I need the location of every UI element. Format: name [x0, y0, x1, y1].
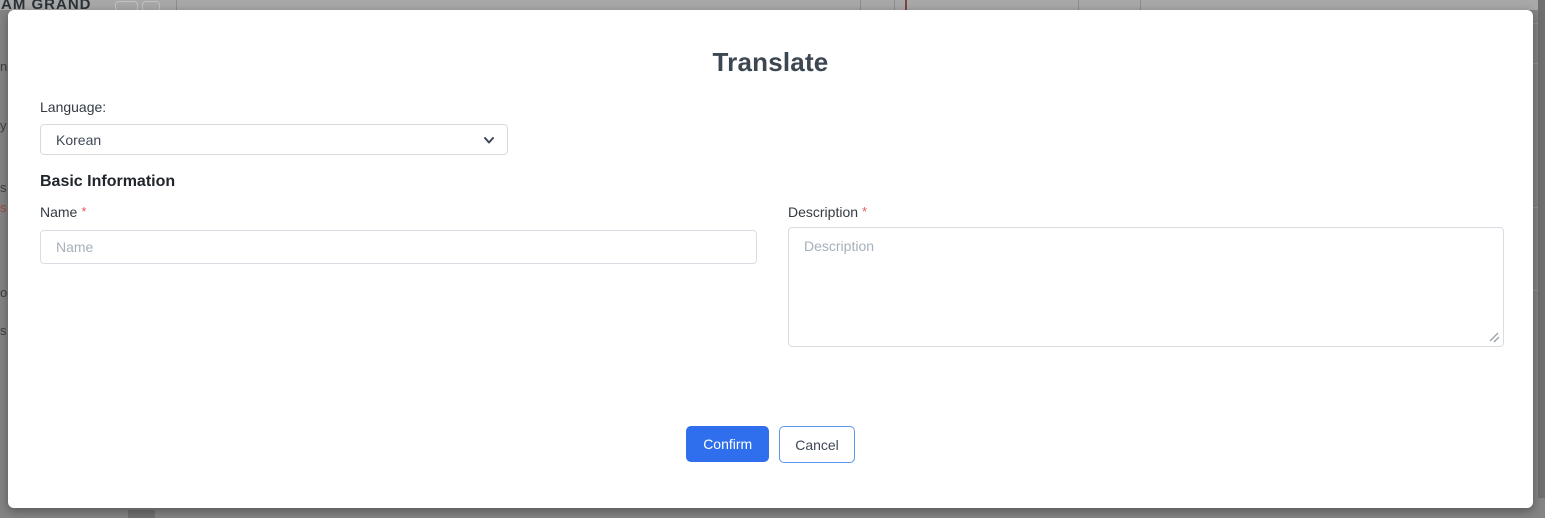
background-text-fragment: y [0, 119, 7, 133]
background-badge [115, 1, 138, 10]
required-asterisk: * [81, 204, 86, 219]
background-text-fragment: s [0, 201, 7, 215]
description-textarea[interactable] [788, 227, 1504, 347]
background-divider [905, 0, 907, 10]
language-select-wrapper: Korean [40, 124, 508, 155]
background-bottom-element [128, 510, 155, 518]
description-label: Description * [788, 204, 867, 220]
background-divider [1078, 0, 1079, 10]
dialog-actions: Confirm Cancel [8, 426, 1533, 463]
background-divider [176, 0, 177, 10]
background-text-fragment: n [0, 60, 7, 74]
background-page-header: AM GRAND [0, 0, 1545, 10]
background-text-fragment: s [0, 324, 7, 338]
background-text-fragment: s [0, 181, 7, 195]
required-asterisk: * [862, 204, 867, 219]
background-text-fragment: o [0, 286, 7, 300]
screen: AM GRAND n y s s o s Translate Language: [0, 0, 1545, 518]
background-divider [860, 0, 861, 10]
background-scrollbar [1538, 0, 1545, 498]
confirm-button[interactable]: Confirm [686, 426, 769, 462]
description-label-text: Description [788, 204, 858, 220]
background-divider [894, 0, 895, 10]
background-left-edge: n y s s o s [0, 10, 8, 510]
description-textarea-wrapper [788, 227, 1504, 347]
dialog-title: Translate [8, 47, 1533, 78]
background-badge [142, 1, 160, 10]
background-brand-text: AM GRAND [1, 0, 92, 10]
section-heading: Basic Information [40, 173, 175, 191]
background-divider [1140, 0, 1141, 10]
name-input[interactable] [40, 230, 757, 264]
name-label-text: Name [40, 204, 77, 220]
language-label: Language: [40, 99, 106, 115]
cancel-button[interactable]: Cancel [779, 426, 855, 463]
language-select[interactable]: Korean [40, 124, 508, 155]
translate-dialog: Translate Language: Korean Basic Informa… [8, 10, 1533, 508]
name-label: Name * [40, 204, 86, 220]
